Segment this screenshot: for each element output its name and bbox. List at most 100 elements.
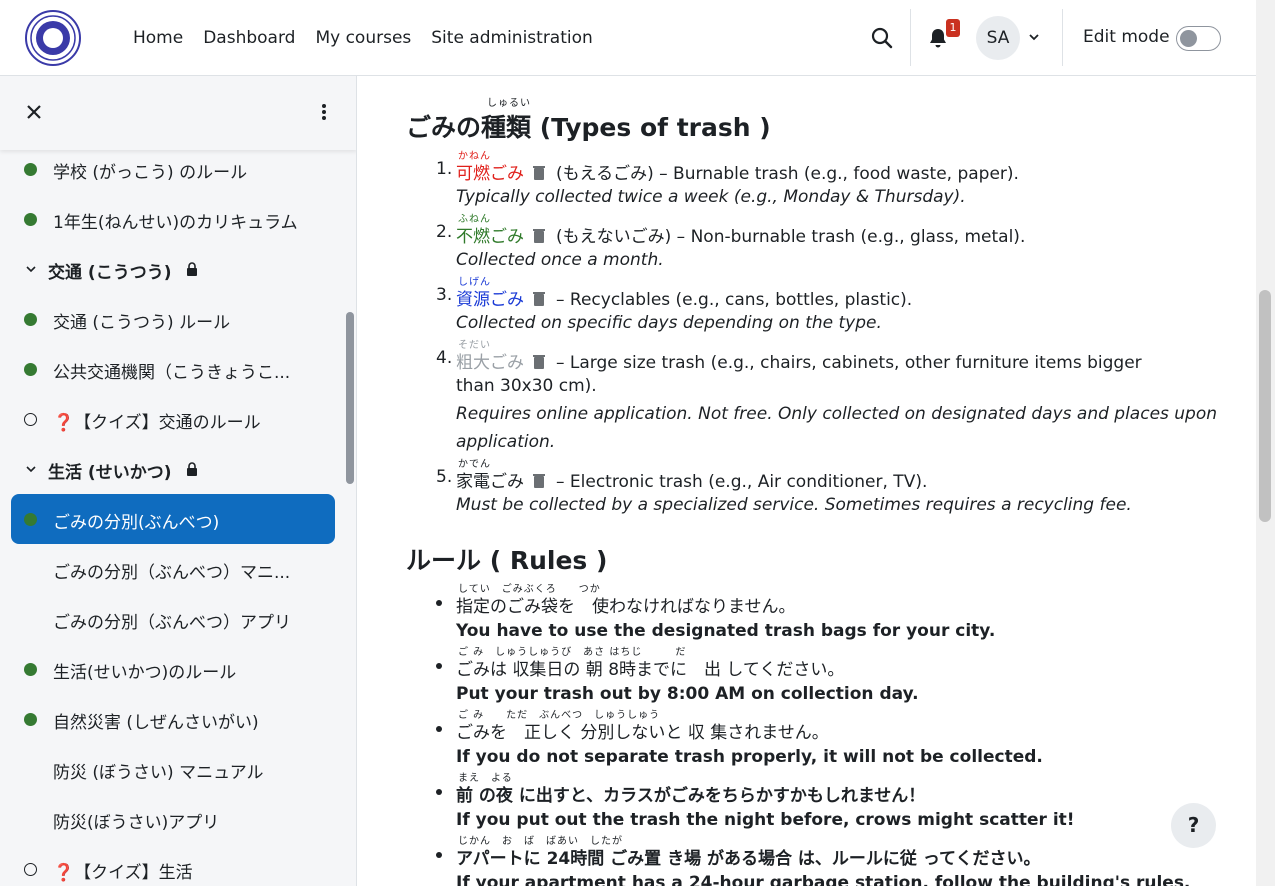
rule-japanese: ごみは 収集日の 朝 8時までに 出 してください。 xyxy=(456,660,845,680)
sidebar-item[interactable]: 自然災害 (しぜんさいがい) xyxy=(0,694,345,744)
sidebar-item[interactable]: 防災 (ぼうさい) マニュアル xyxy=(0,744,345,794)
sidebar-item-label: ごみの分別（ぶんべつ）マニ... xyxy=(53,563,291,583)
trash-type-description: – Recyclables (e.g., cans, bottles, plas… xyxy=(556,290,913,310)
bullet xyxy=(436,726,442,732)
trash-type-name: 粗大ごみ xyxy=(456,353,524,373)
sidebar-item[interactable]: 1年生(ねんせい)のカリキュラム xyxy=(0,194,345,244)
nav-site-administration[interactable]: Site administration xyxy=(421,28,603,48)
nav-dashboard[interactable]: Dashboard xyxy=(193,28,305,48)
trash-type-description: – Electronic trash (e.g., Air conditione… xyxy=(556,472,928,492)
chevron-down-icon[interactable] xyxy=(24,262,38,276)
trash-type-note: Typically collected twice a week (e.g., … xyxy=(456,187,966,207)
completion-dot-icon xyxy=(24,313,37,326)
incomplete-circle-icon xyxy=(24,863,37,876)
trash-type-note: Requires online application. Not free. O… xyxy=(456,404,1218,424)
rule-japanese: アパートに 24時間 ごみ置 き場 がある場合 は、ルールに従 ってください。 xyxy=(456,849,1041,869)
lock-icon xyxy=(187,462,197,476)
trash-type-line: 家電ごみ – Electronic trash (e.g., Air condit… xyxy=(456,467,927,492)
sidebar-item[interactable]: ごみの分別(ぶんべつ) xyxy=(11,494,335,544)
rule-english: You have to use the designated trash bag… xyxy=(456,621,996,641)
trash-type-note: Collected on specific days depending on … xyxy=(456,313,882,333)
sidebar-item[interactable]: ❓【クイズ】交通のルール xyxy=(0,394,345,444)
sidebar-item[interactable]: 公共交通機関（こうきょうこ... xyxy=(0,344,345,394)
types-heading: ごみの種類 (Types of trash ) xyxy=(406,113,771,142)
sidebar-item[interactable]: ごみの分別（ぶんべつ）アプリ xyxy=(0,594,345,644)
sidebar-section[interactable]: 交通 (こうつう) xyxy=(0,244,345,294)
bullet xyxy=(436,789,442,795)
sidebar-item[interactable]: 交通 (こうつう) ルール xyxy=(0,294,345,344)
main-content: しゅるい ごみの種類 (Types of trash ) かねん 1. 可燃ごみ (も… xyxy=(357,76,1256,886)
close-icon[interactable] xyxy=(24,102,44,122)
trash-type-description: (もえないごみ) – Non-burnable trash (e.g., gla… xyxy=(556,227,1026,247)
trash-icon xyxy=(530,353,550,373)
sidebar-item[interactable]: 生活(せいかつ)のルール xyxy=(0,644,345,694)
lock-icon xyxy=(187,262,197,276)
rule-english: If you put out the trash the night befor… xyxy=(456,810,1075,830)
sidebar-item[interactable]: 学校 (がっこう) のルール xyxy=(0,144,345,194)
completion-dot-icon xyxy=(24,213,37,226)
primary-navigation: Home Dashboard My courses Site administr… xyxy=(123,0,603,76)
edit-mode-toggle[interactable] xyxy=(1176,26,1221,51)
sidebar-item-label: 1年生(ねんせい)のカリキュラム xyxy=(53,213,298,233)
trash-icon xyxy=(530,472,550,492)
site-logo[interactable] xyxy=(24,9,82,67)
top-navbar: Home Dashboard My courses Site administr… xyxy=(0,0,1256,76)
drawer-header xyxy=(0,76,356,150)
trash-type-description: (もえるごみ) – Burnable trash (e.g., food was… xyxy=(556,164,1019,184)
toggle-knob xyxy=(1180,30,1197,47)
sidebar-item-label: 交通 (こうつう) xyxy=(48,263,172,283)
trash-type-name: 不燃ごみ xyxy=(456,227,524,247)
divider xyxy=(910,9,911,66)
sidebar-item[interactable]: 防災(ぼうさい)アプリ xyxy=(0,794,345,844)
trash-type-line: 不燃ごみ (もえないごみ) – Non-burnable trash (e.g.,… xyxy=(456,222,1025,247)
list-number: 1. xyxy=(436,159,453,179)
completion-dot-icon xyxy=(24,363,37,376)
sidebar-item-label: ❓【クイズ】交通のルール xyxy=(53,413,261,433)
page-scrollbar-thumb[interactable] xyxy=(1259,290,1271,522)
bullet xyxy=(436,600,442,606)
trash-icon xyxy=(530,164,550,184)
chevron-down-icon[interactable] xyxy=(24,462,38,476)
trash-type-name: 家電ごみ xyxy=(456,472,524,492)
trash-icon xyxy=(530,227,550,247)
trash-type-note: Collected once a month. xyxy=(456,250,664,270)
completion-dot-icon xyxy=(24,713,37,726)
rule-japanese: 前 の夜 に出すと、カラスがごみをちらかすかもしれません！ xyxy=(456,786,926,806)
trash-type-line: 可燃ごみ (もえるごみ) – Burnable trash (e.g., food… xyxy=(456,159,1019,184)
search-icon[interactable] xyxy=(870,26,894,50)
sidebar-item-label: 自然災害 (しぜんさいがい) xyxy=(53,713,259,733)
course-index-list: 学校 (がっこう) のルール 1年生(ねんせい)のカリキュラム交通 (こうつう) 交… xyxy=(0,144,345,886)
trash-type-line: 資源ごみ – Recyclables (e.g., cans, bottles, … xyxy=(456,285,912,310)
nav-my-courses[interactable]: My courses xyxy=(305,28,421,48)
rule-japanese: 指定のごみ袋を 使わなければなりません。 xyxy=(456,597,796,617)
bullet xyxy=(436,663,442,669)
edit-mode-label: Edit mode xyxy=(1083,27,1170,47)
heading-ruby: しゅるい xyxy=(487,98,531,109)
sidebar-scrollbar[interactable] xyxy=(346,312,354,484)
chevron-down-icon[interactable] xyxy=(1027,30,1041,44)
rule-japanese: ごみを 正しく 分別しないと 収 集されません。 xyxy=(456,723,829,743)
nav-home[interactable]: Home xyxy=(123,28,193,48)
rule-english: If your apartment has a 24-hour garbage … xyxy=(456,873,1191,886)
trash-type-note: Must be collected by a specialized servi… xyxy=(456,495,1132,515)
divider xyxy=(1062,9,1063,66)
trash-icon xyxy=(530,290,550,310)
trash-type-description: – Large size trash (e.g., chairs, cabine… xyxy=(556,353,1142,373)
completion-dot-icon xyxy=(24,663,37,676)
trash-type-description: than 30x30 cm). xyxy=(456,376,597,396)
sidebar-item-label: 防災 (ぼうさい) マニュアル xyxy=(53,763,264,783)
help-button[interactable]: ? xyxy=(1171,803,1216,848)
completion-dot-icon xyxy=(24,163,37,176)
sidebar-item-label: ごみの分別(ぶんべつ) xyxy=(53,513,220,533)
sidebar-item[interactable]: ごみの分別（ぶんべつ）マニ... xyxy=(0,544,345,594)
sidebar-item-label: 交通 (こうつう) ルール xyxy=(53,313,231,333)
course-index-drawer: 学校 (がっこう) のルール 1年生(ねんせい)のカリキュラム交通 (こうつう) 交… xyxy=(0,76,357,886)
rule-english: Put your trash out by 8:00 AM on collect… xyxy=(456,684,919,704)
more-options-icon[interactable] xyxy=(314,102,334,122)
sidebar-section[interactable]: 生活 (せいかつ) xyxy=(0,444,345,494)
trash-type-name: 可燃ごみ xyxy=(456,164,524,184)
incomplete-circle-icon xyxy=(24,413,37,426)
user-avatar[interactable]: SA xyxy=(976,16,1020,60)
trash-type-line: 粗大ごみ – Large size trash (e.g., chairs, ca… xyxy=(456,348,1142,373)
sidebar-item[interactable]: ❓【クイズ】生活 xyxy=(0,844,345,886)
